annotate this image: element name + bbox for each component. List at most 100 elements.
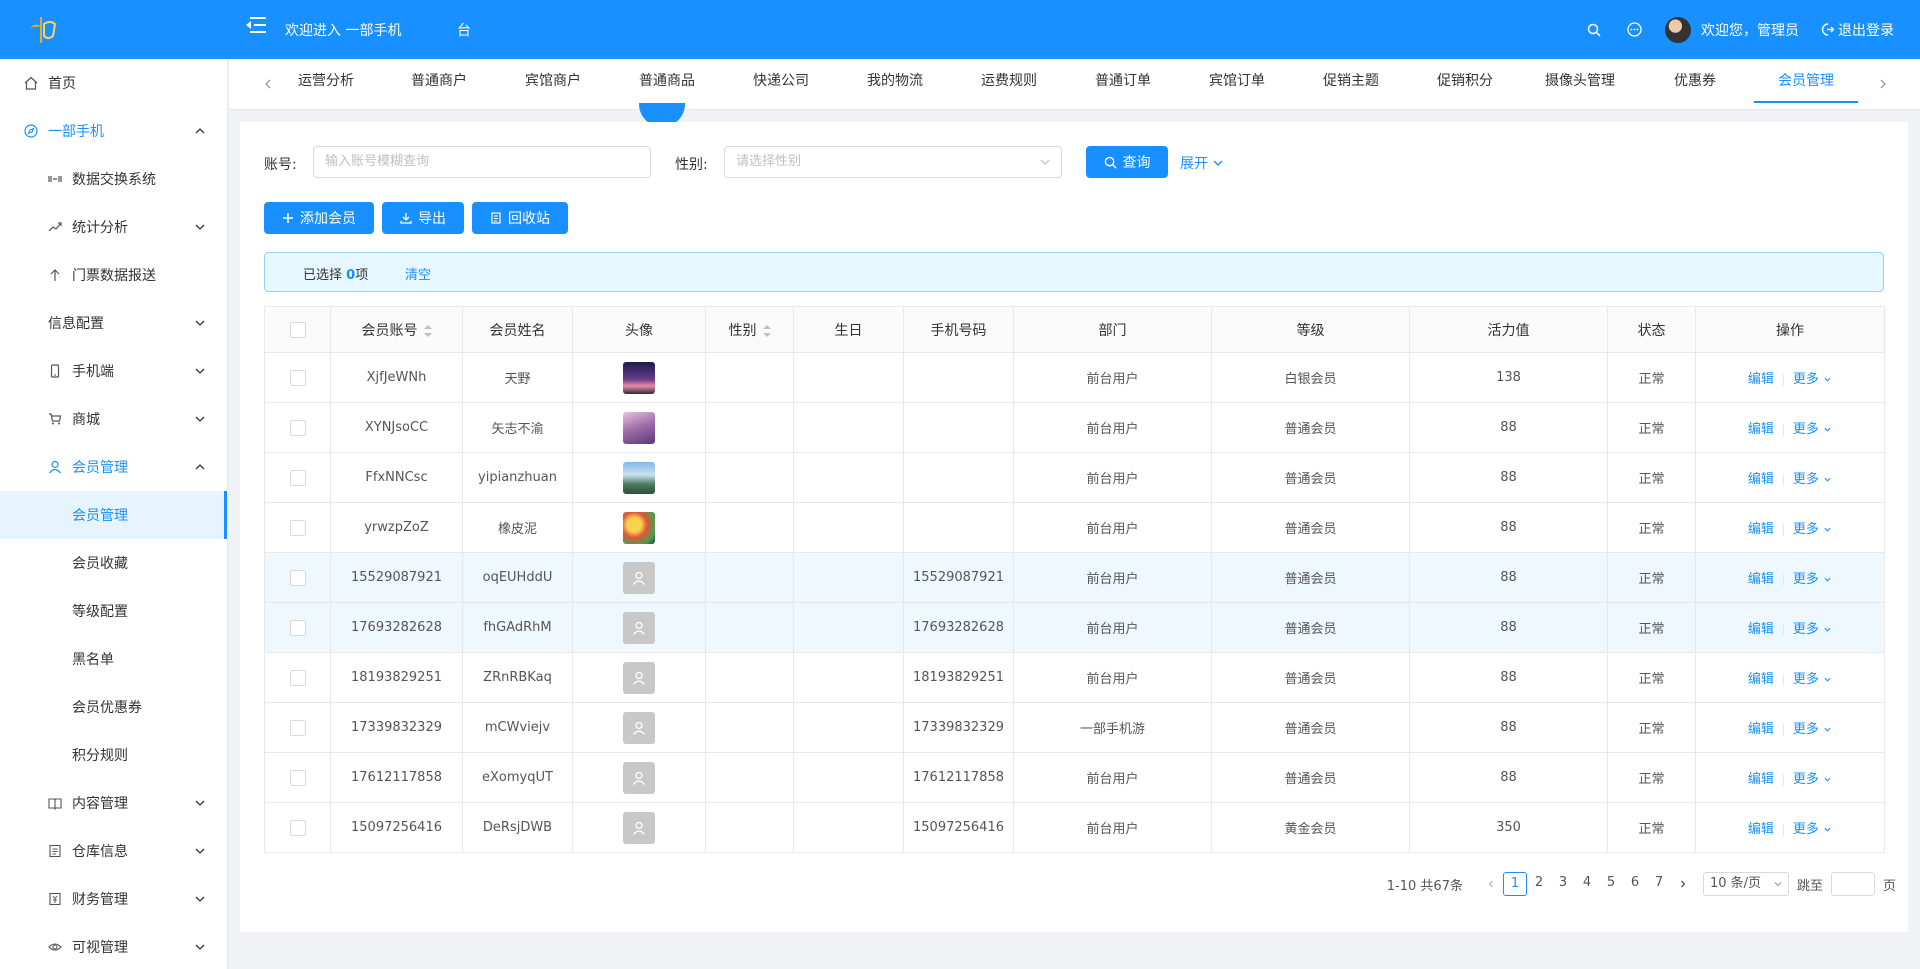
sidebar-item-home[interactable]: 首页 (0, 59, 227, 107)
sidebar-item-statistics[interactable]: 统计分析 (0, 203, 227, 251)
table-row[interactable]: 18193829251 ZRnRBKaq 18193829251 前台用户 普通会员 88… (264, 652, 1885, 703)
sidebar-item-data-exchange[interactable]: 数据交换系统 (0, 155, 227, 203)
table-row[interactable]: XYNJsoCC 矢志不渝 前台用户 普通会员 88 正常 编辑 更多 (264, 402, 1885, 453)
avatar-image[interactable] (623, 461, 655, 494)
edit-link[interactable]: 编辑 (1748, 422, 1774, 437)
table-row[interactable]: 17693282628 fhGAdRhM 17693282628 前台用户 普通会员 88… (264, 602, 1885, 653)
user-greeting[interactable]: 欢迎您，管理员 (1701, 20, 1799, 40)
sidebar-item-blacklist[interactable]: 黑名单 (0, 635, 227, 683)
row-checkbox[interactable] (289, 369, 306, 386)
sidebar-item-member-coupons[interactable]: 会员优惠券 (0, 683, 227, 731)
page-item-1[interactable]: 1 (1502, 872, 1527, 896)
sidebar-item-mall[interactable]: 商城 (0, 395, 227, 443)
more-dropdown[interactable]: 更多 (1793, 572, 1832, 587)
tab-normal-merchant[interactable]: 普通商户 (397, 59, 481, 103)
tab-promotion-points[interactable]: 促销积分 (1423, 59, 1507, 103)
tab-camera-management[interactable]: 摄像头管理 (1531, 59, 1629, 103)
sort-icon[interactable] (762, 324, 771, 337)
tab-coupons[interactable]: 优惠券 (1653, 59, 1737, 103)
edit-link[interactable]: 编辑 (1748, 472, 1774, 487)
page-item-7[interactable]: 7 (1647, 872, 1671, 896)
more-dropdown[interactable]: 更多 (1793, 372, 1832, 387)
table-row[interactable]: 17612117858 eXomyqUT 17612117858 前台用户 普通会员 88… (264, 752, 1885, 803)
more-dropdown[interactable]: 更多 (1793, 472, 1832, 487)
more-dropdown[interactable]: 更多 (1793, 672, 1832, 687)
export-button[interactable]: 导出 (382, 202, 464, 234)
table-row[interactable]: 15097256416 DeRsjDWB 15097256416 前台用户 黄金会员 35… (264, 802, 1885, 853)
edit-link[interactable]: 编辑 (1748, 822, 1774, 837)
account-search-input[interactable]: 输入账号模糊查询 (313, 146, 651, 178)
table-row[interactable]: yrwzpZoZ 橡皮泥 前台用户 普通会员 88 正常 编辑 更多 (264, 502, 1885, 553)
tab-my-logistics[interactable]: 我的物流 (853, 59, 937, 103)
tabs-next-icon[interactable] (1875, 76, 1891, 92)
sidebar-item-level-config[interactable]: 等级配置 (0, 587, 227, 635)
edit-link[interactable]: 编辑 (1748, 522, 1774, 537)
edit-link[interactable]: 编辑 (1748, 372, 1774, 387)
select-all-checkbox[interactable] (289, 321, 306, 338)
table-row[interactable]: 15529087921 oqEUHddU 15529087921 前台用户 普通会员 88… (264, 552, 1885, 603)
avatar-image[interactable] (623, 511, 655, 544)
tab-member-management[interactable]: 会员管理 (1754, 59, 1858, 103)
sidebar-item-mobile[interactable]: 手机端 (0, 347, 227, 395)
search-icon[interactable] (1585, 21, 1603, 39)
row-checkbox[interactable] (289, 619, 306, 636)
more-dropdown[interactable]: 更多 (1793, 422, 1832, 437)
sidebar-item-ticket-report[interactable]: 门票数据报送 (0, 251, 227, 299)
message-icon[interactable] (1625, 21, 1643, 39)
sidebar-item-member-management[interactable]: 会员管理 (0, 491, 227, 539)
tab-express-company[interactable]: 快递公司 (739, 59, 823, 103)
sidebar-item-member-group[interactable]: 会员管理 (0, 443, 227, 491)
tab-hotel-orders[interactable]: 宾馆订单 (1195, 59, 1279, 103)
row-checkbox[interactable] (289, 769, 306, 786)
tabs-prev-icon[interactable] (260, 76, 276, 92)
tab-normal-goods[interactable]: 普通商品 (625, 59, 709, 103)
row-checkbox[interactable] (289, 569, 306, 586)
sidebar-item-finance[interactable]: 财务管理 (0, 875, 227, 923)
row-checkbox[interactable] (289, 519, 306, 536)
edit-link[interactable]: 编辑 (1748, 622, 1774, 637)
row-checkbox[interactable] (289, 719, 306, 736)
sort-icon[interactable] (423, 324, 432, 337)
row-checkbox[interactable] (289, 819, 306, 836)
edit-link[interactable]: 编辑 (1748, 772, 1774, 787)
row-checkbox[interactable] (289, 419, 306, 436)
tab-operation-analysis[interactable]: 运营分析 (284, 59, 368, 103)
sidebar-item-points-rules[interactable]: 积分规则 (0, 731, 227, 779)
sidebar-item-warehouse[interactable]: 仓库信息 (0, 827, 227, 875)
edit-link[interactable]: 编辑 (1748, 572, 1774, 587)
recycle-bin-button[interactable]: 回收站 (472, 202, 568, 234)
row-checkbox[interactable] (289, 669, 306, 686)
next-page-icon[interactable] (1671, 872, 1695, 896)
page-item-6[interactable]: 6 (1623, 872, 1647, 896)
more-dropdown[interactable]: 更多 (1793, 622, 1832, 637)
page-item-5[interactable]: 5 (1599, 872, 1623, 896)
expand-toggle[interactable]: 展开 (1180, 153, 1224, 173)
column-header[interactable]: 会员账号 (330, 306, 463, 353)
tab-normal-orders[interactable]: 普通订单 (1081, 59, 1165, 103)
sidebar-item-content[interactable]: 内容管理 (0, 779, 227, 827)
jump-page-input[interactable] (1830, 872, 1875, 896)
menu-collapse-icon[interactable] (246, 16, 268, 38)
page-item-3[interactable]: 3 (1551, 872, 1575, 896)
edit-link[interactable]: 编辑 (1748, 722, 1774, 737)
logout-button[interactable]: 退出登录 (1821, 20, 1894, 40)
user-avatar[interactable] (1665, 16, 1691, 43)
sidebar-item-member-favorites[interactable]: 会员收藏 (0, 539, 227, 587)
tab-freight-rules[interactable]: 运费规则 (967, 59, 1051, 103)
add-member-button[interactable]: 添加会员 (264, 202, 374, 234)
row-checkbox[interactable] (289, 469, 306, 486)
sidebar-item-mobile-group[interactable]: 一部手机 (0, 107, 227, 155)
page-size-select[interactable]: 10 条/页 (1702, 872, 1789, 896)
avatar-image[interactable] (623, 361, 655, 394)
table-row[interactable]: 17339832329 mCWviejv 17339832329 一部手机游 普通会员 8… (264, 702, 1885, 753)
tab-hotel-merchant[interactable]: 宾馆商户 (511, 59, 595, 103)
query-button[interactable]: 查询 (1086, 146, 1168, 178)
clear-selection-link[interactable]: 清空 (405, 264, 431, 283)
more-dropdown[interactable]: 更多 (1793, 722, 1832, 737)
page-item-2[interactable]: 2 (1527, 872, 1551, 896)
sidebar-item-info-config[interactable]: 信息配置 (0, 299, 227, 347)
avatar-image[interactable] (623, 411, 655, 444)
table-row[interactable]: FfxNNCsc yipianzhuan 前台用户 普通会员 88 正常 编辑 更多 (264, 452, 1885, 503)
more-dropdown[interactable]: 更多 (1793, 822, 1832, 837)
column-header[interactable]: 性别 (705, 306, 794, 353)
